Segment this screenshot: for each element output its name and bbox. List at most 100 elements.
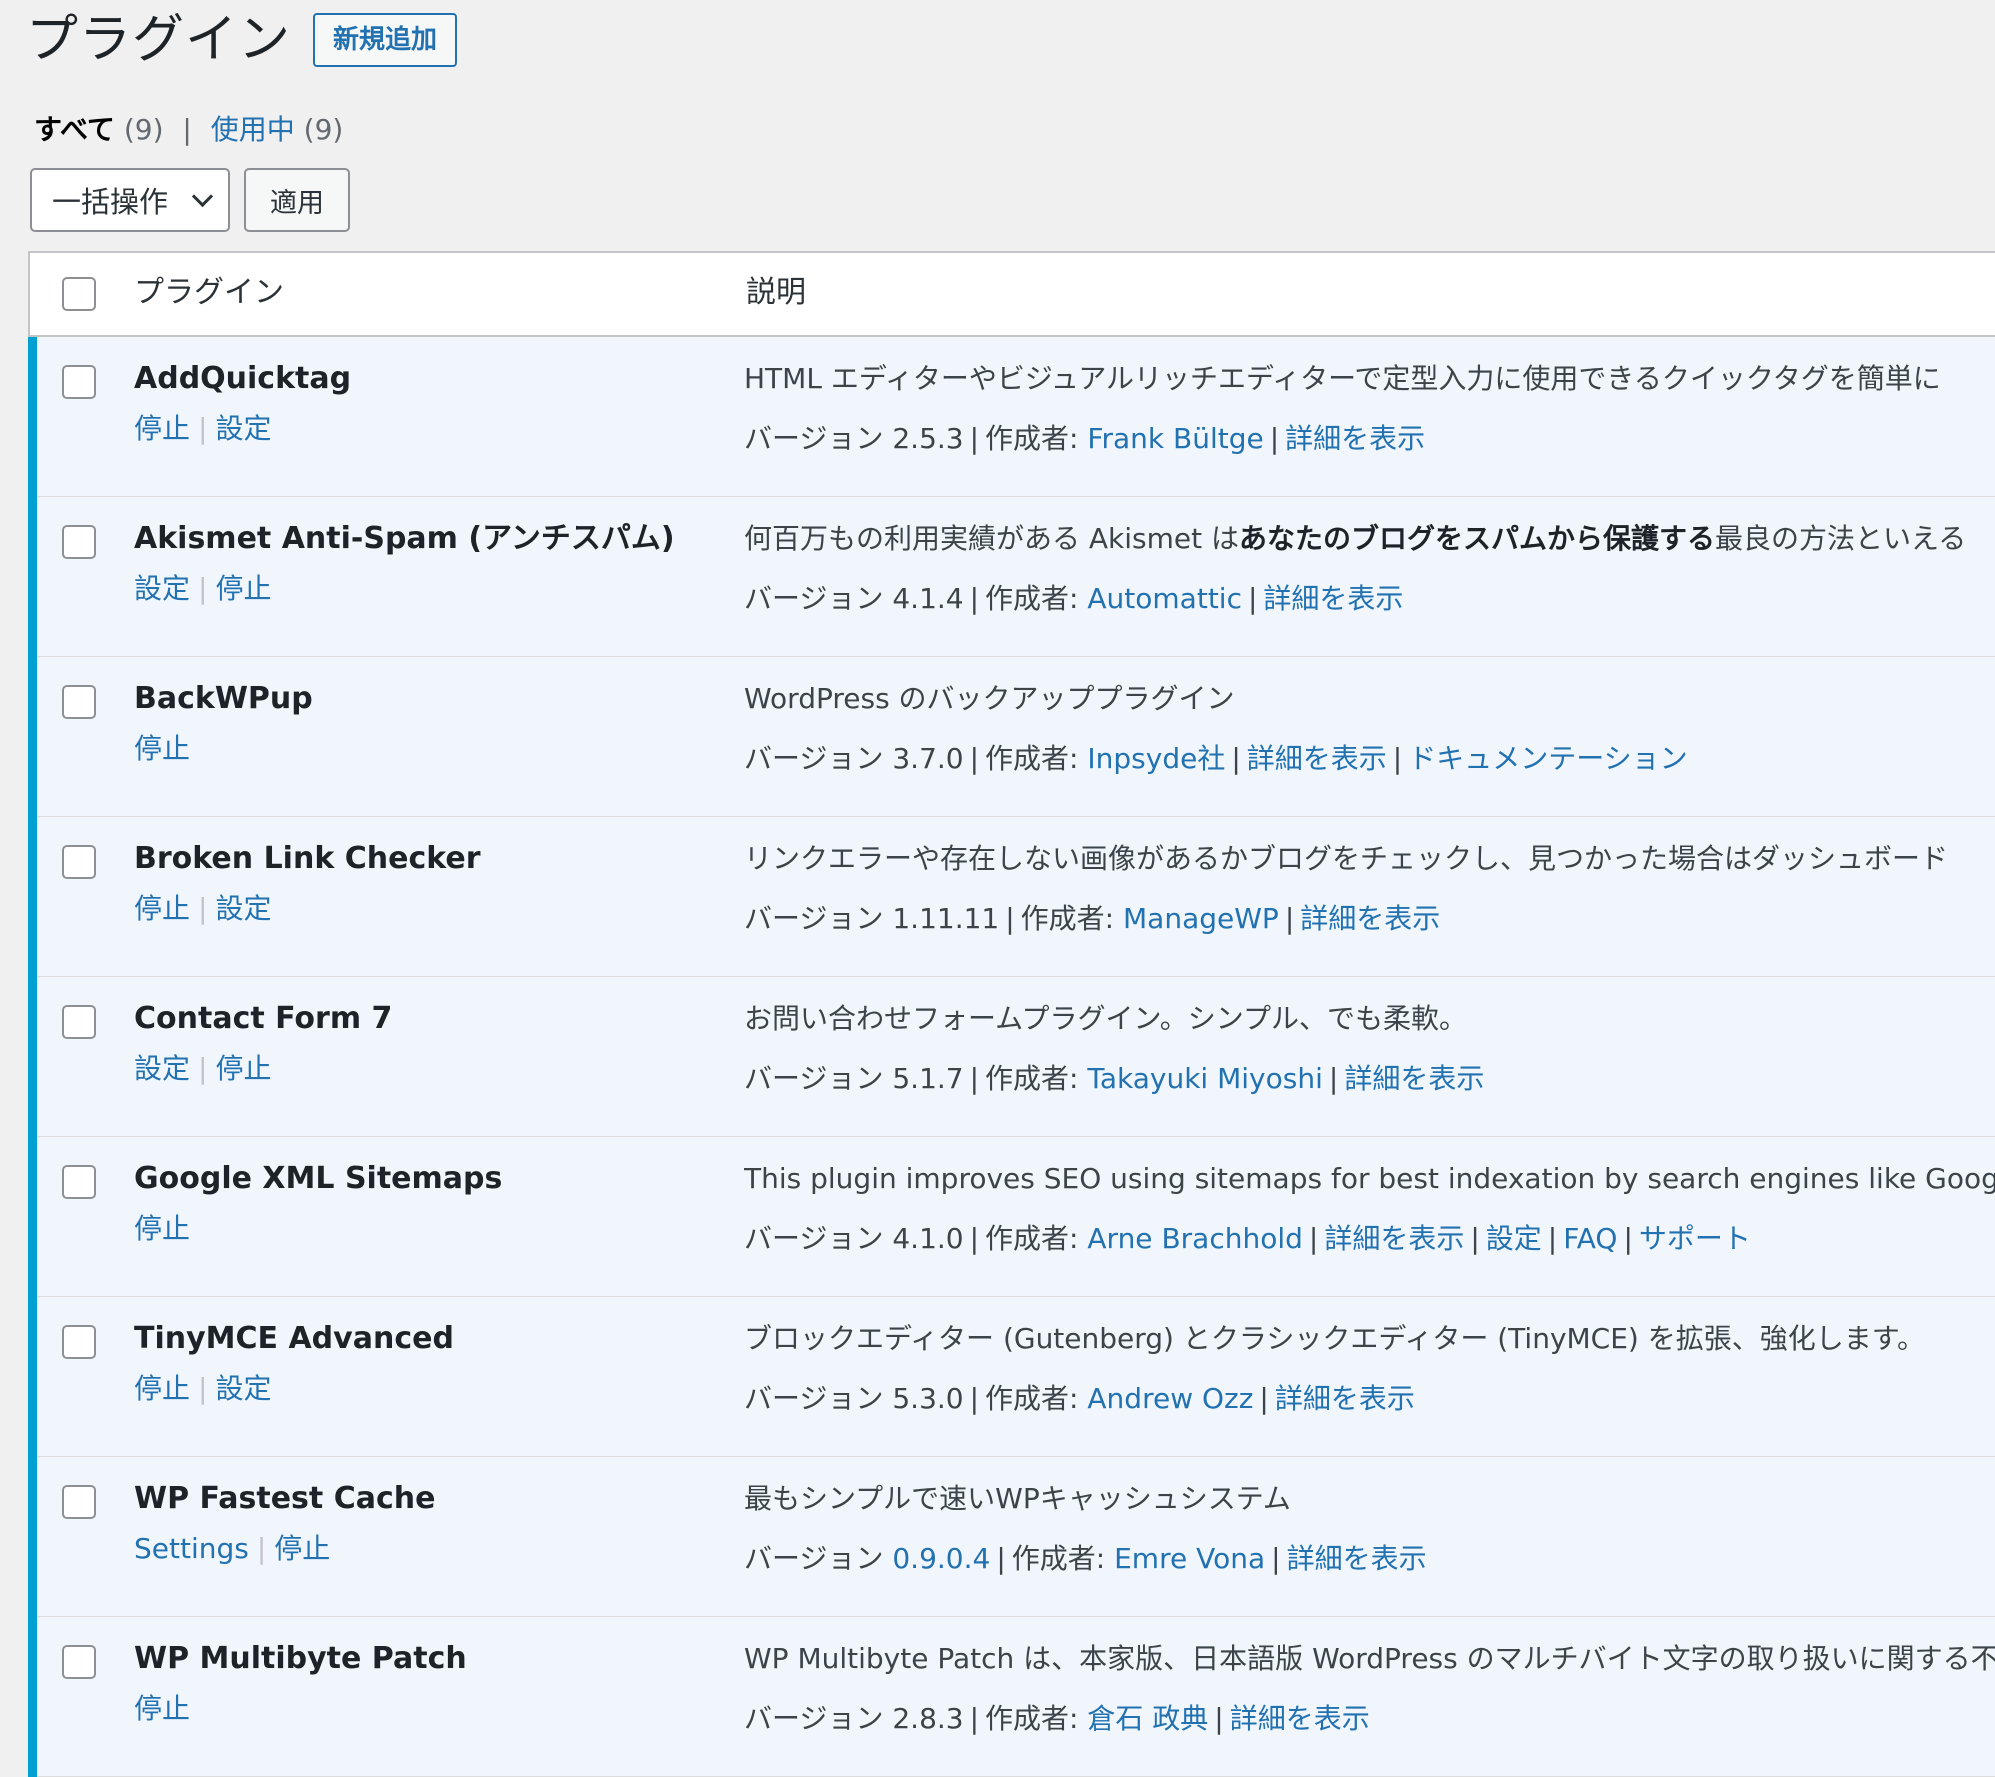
plugin-meta-link[interactable]: 詳細を表示 xyxy=(1275,1382,1415,1415)
plugin-checkbox[interactable] xyxy=(62,1485,96,1519)
filter-all[interactable]: すべて xyxy=(34,113,115,146)
plugin-author-link[interactable]: Arne Brachhold xyxy=(1087,1222,1303,1255)
meta-separator: | xyxy=(1308,1222,1319,1255)
plugin-name: Contact Form 7 xyxy=(134,1001,393,1036)
meta-separator: | xyxy=(1284,902,1295,935)
description-text: あなたのブログをスパムから保護する xyxy=(1239,522,1716,555)
plugin-action-link[interactable]: 停止 xyxy=(215,572,271,605)
plugin-name: Google XML Sitemaps xyxy=(134,1161,503,1196)
plugin-checkbox[interactable] xyxy=(62,1165,96,1199)
plugin-meta-link[interactable]: 詳細を表示 xyxy=(1287,1542,1427,1575)
plugin-description: 何百万もの利用実績がある Akismet はあなたのブログをスパムから保護する最… xyxy=(744,519,1995,559)
meta-separator: | xyxy=(969,742,980,775)
plugin-author-link[interactable]: Inpsyde社 xyxy=(1087,742,1225,775)
plugin-meta-link[interactable]: 詳細を表示 xyxy=(1285,422,1425,455)
table-row: BackWPup 停止 WordPress のバックアッププラグイン バージョン 3.… xyxy=(28,657,1995,817)
plugin-meta-link[interactable]: 詳細を表示 xyxy=(1263,582,1403,615)
plugin-action-link[interactable]: 停止 xyxy=(134,1372,190,1405)
plugin-action-link[interactable]: 停止 xyxy=(134,892,190,925)
meta-separator: | xyxy=(1247,582,1258,615)
description-text: WP Multibyte Patch は、本家版、日本語版 WordPress … xyxy=(744,1642,1995,1675)
plugin-author-link[interactable]: Takayuki Miyoshi xyxy=(1087,1062,1322,1095)
plugin-action-link[interactable]: 停止 xyxy=(134,732,190,765)
plugin-meta: バージョン 2.5.3 | 作成者: Frank Bültge | 詳細を表示 xyxy=(744,419,1425,459)
apply-button[interactable]: 適用 xyxy=(244,168,350,232)
plugin-checkbox[interactable] xyxy=(62,685,96,719)
plugin-meta-link[interactable]: 詳細を表示 xyxy=(1247,742,1387,775)
table-row: WP Fastest Cache Settings | 停止 最もシンプルで速いWPキャ… xyxy=(28,1457,1995,1617)
plugin-checkbox[interactable] xyxy=(62,1325,96,1359)
plugin-action-link[interactable]: 停止 xyxy=(274,1532,330,1565)
version-label: バージョン xyxy=(744,582,884,615)
plugin-author-link[interactable]: Emre Vona xyxy=(1114,1542,1265,1575)
description-text: 最もシンプルで速いWPキャッシュシステム xyxy=(744,1482,1291,1515)
plugin-description: 最もシンプルで速いWPキャッシュシステム xyxy=(744,1479,1995,1519)
plugin-author-link[interactable]: Frank Bültge xyxy=(1087,422,1263,455)
plugin-author-link[interactable]: Andrew Ozz xyxy=(1087,1382,1253,1415)
plugin-meta-link[interactable]: FAQ xyxy=(1563,1222,1617,1255)
bulk-action-select[interactable]: 一括操作 xyxy=(30,168,230,232)
plugin-meta: バージョン 4.1.4 | 作成者: Automattic | 詳細を表示 xyxy=(744,579,1403,619)
plugin-action-link[interactable]: 設定 xyxy=(215,892,271,925)
description-text: ブロックエディター (Gutenberg) とクラシックエディター (TinyM… xyxy=(744,1322,1925,1355)
version-label: バージョン xyxy=(744,1542,884,1575)
add-new-button[interactable]: 新規追加 xyxy=(313,13,458,67)
meta-separator: | xyxy=(1005,902,1015,935)
plugin-actions: 停止 xyxy=(134,729,190,769)
plugin-actions: 停止 xyxy=(134,1689,190,1729)
plugin-actions: 停止 | 設定 xyxy=(134,889,271,929)
author-label: 作成者: xyxy=(1020,902,1115,935)
plugin-meta-link[interactable]: 詳細を表示 xyxy=(1230,1702,1370,1735)
plugin-meta-link[interactable]: 詳細を表示 xyxy=(1324,1222,1464,1255)
plugin-version[interactable]: 0.9.0.4 xyxy=(892,1542,990,1575)
action-separator: | xyxy=(256,1532,267,1565)
plugin-checkbox[interactable] xyxy=(62,365,96,399)
plugin-meta: バージョン 1.11.11 | 作成者: ManageWP | 詳細を表示 xyxy=(744,899,1440,939)
select-all-checkbox[interactable] xyxy=(62,277,96,311)
plugin-action-link[interactable]: 設定 xyxy=(134,1052,190,1085)
plugin-version: 2.8.3 xyxy=(892,1702,964,1735)
plugin-version: 4.1.4 xyxy=(892,582,964,615)
plugin-action-link[interactable]: 設定 xyxy=(215,412,271,445)
filter-active-count: (9) xyxy=(303,113,344,146)
plugin-action-link[interactable]: Settings xyxy=(134,1532,249,1565)
plugin-meta-link[interactable]: 詳細を表示 xyxy=(1300,902,1440,935)
plugin-description: ブロックエディター (Gutenberg) とクラシックエディター (TinyM… xyxy=(744,1319,1995,1359)
plugin-actions: 設定 | 停止 xyxy=(134,569,271,609)
version-label: バージョン xyxy=(744,1222,884,1255)
plugin-action-link[interactable]: 設定 xyxy=(215,1372,271,1405)
plugin-author-link[interactable]: 倉石 政典 xyxy=(1087,1702,1208,1735)
plugin-checkbox[interactable] xyxy=(62,525,96,559)
plugin-meta-link[interactable]: ドキュメンテーション xyxy=(1408,742,1687,775)
meta-separator: | xyxy=(1271,1542,1281,1575)
author-label: 作成者: xyxy=(1011,1542,1106,1575)
plugin-action-link[interactable]: 停止 xyxy=(215,1052,271,1085)
plugin-action-link[interactable]: 停止 xyxy=(134,1692,190,1725)
table-header: プラグイン 説明 xyxy=(30,253,1995,337)
description-text: 何百万もの利用実績がある Akismet は xyxy=(744,522,1240,555)
plugin-checkbox[interactable] xyxy=(62,1005,96,1039)
plugin-actions: 停止 xyxy=(134,1209,190,1249)
plugin-action-link[interactable]: 停止 xyxy=(134,412,190,445)
chevron-down-icon xyxy=(191,185,214,207)
plugin-version: 1.11.11 xyxy=(892,902,1000,935)
plugin-action-link[interactable]: 停止 xyxy=(134,1212,190,1245)
description-text: WordPress のバックアッププラグイン xyxy=(744,682,1235,715)
plugin-meta-link[interactable]: サポート xyxy=(1639,1222,1751,1255)
plugin-meta-link[interactable]: 設定 xyxy=(1486,1222,1542,1255)
meta-separator: | xyxy=(1328,1062,1339,1095)
plugin-meta: バージョン 2.8.3 | 作成者: 倉石 政典 | 詳細を表示 xyxy=(744,1699,1370,1739)
action-separator: | xyxy=(198,892,208,925)
meta-separator: | xyxy=(969,1222,980,1255)
filter-active[interactable]: 使用中 xyxy=(211,113,295,146)
meta-separator: | xyxy=(1470,1222,1480,1255)
plugin-checkbox[interactable] xyxy=(62,1645,96,1679)
description-text: 最良の方法といえる xyxy=(1715,522,1967,555)
plugin-version: 4.1.0 xyxy=(892,1222,964,1255)
plugin-author-link[interactable]: ManageWP xyxy=(1123,902,1279,935)
plugin-actions: 停止 | 設定 xyxy=(134,409,271,449)
plugin-action-link[interactable]: 設定 xyxy=(134,572,190,605)
plugin-checkbox[interactable] xyxy=(62,845,96,879)
plugin-meta-link[interactable]: 詳細を表示 xyxy=(1344,1062,1484,1095)
plugin-author-link[interactable]: Automattic xyxy=(1087,582,1242,615)
